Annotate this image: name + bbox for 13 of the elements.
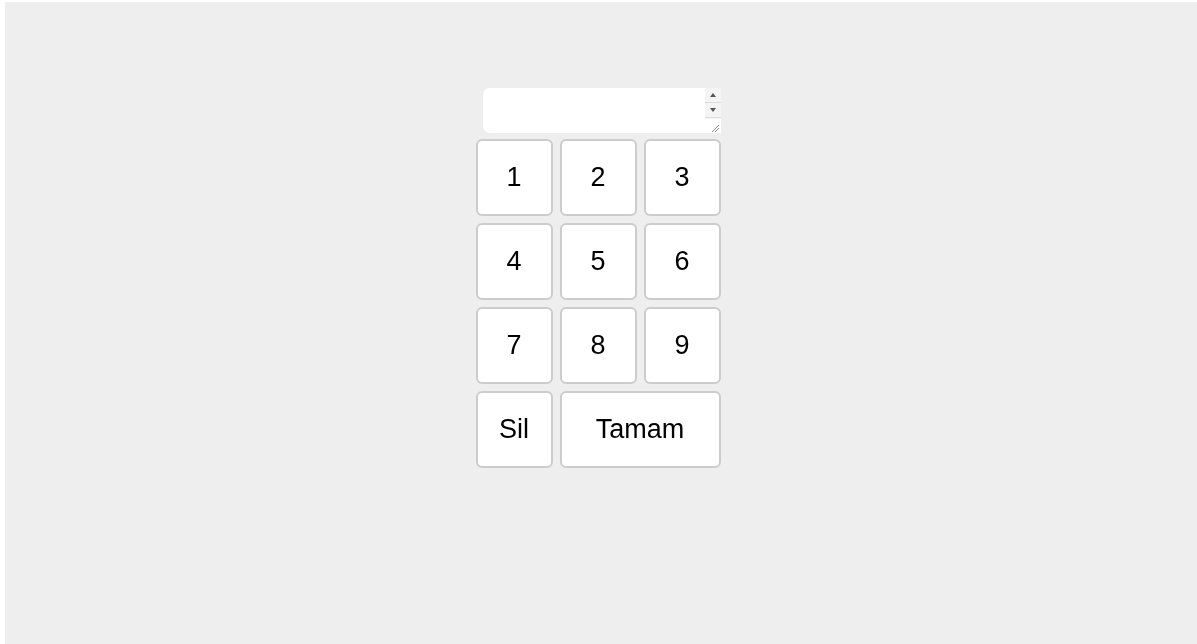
keypad-key[interactable]: 2 — [559, 139, 637, 216]
keypad-key[interactable]: 8 — [559, 307, 637, 384]
keypad-key[interactable]: 3 — [643, 139, 721, 216]
keypad-key[interactable]: 1 — [475, 139, 553, 216]
keypad-key[interactable]: 7 — [475, 307, 553, 384]
input-field[interactable] — [482, 88, 721, 133]
keypad-key[interactable]: 9 — [643, 307, 721, 384]
keypad-key[interactable]: Tamam — [559, 391, 721, 468]
keypad-key[interactable]: Sil — [475, 391, 553, 468]
keypad-key[interactable]: 5 — [559, 223, 637, 300]
keypad-key[interactable]: 4 — [475, 223, 553, 300]
keypad-key[interactable]: 6 — [643, 223, 721, 300]
resize-grip-icon[interactable] — [704, 119, 721, 133]
